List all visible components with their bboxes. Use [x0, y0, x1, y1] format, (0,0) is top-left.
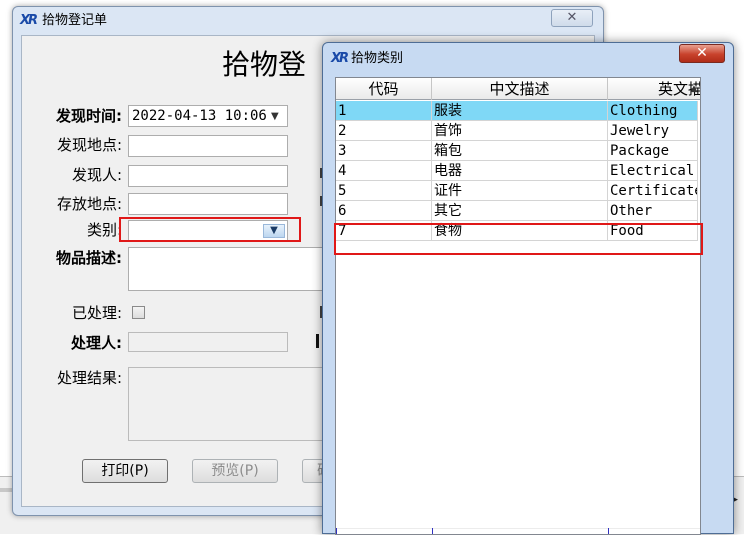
found-time-value: 2022-04-13 10:06: [132, 108, 267, 124]
cell-en: Electrical: [608, 161, 698, 181]
window-title: 拾物登记单: [42, 13, 108, 28]
close-icon: ✕: [566, 10, 578, 25]
found-time-picker[interactable]: 2022-04-13 10:06 ▼: [128, 105, 288, 127]
handler-label: 处理人:: [71, 334, 122, 352]
processed-checkbox[interactable]: [132, 306, 145, 319]
table-row[interactable]: 5 证件 Certificate: [336, 181, 698, 201]
grid-footer-line: [336, 528, 700, 529]
table-row[interactable]: 4 电器 Electrical: [336, 161, 698, 181]
cell-en: Other: [608, 201, 698, 221]
close-icon: ✕: [696, 45, 708, 61]
cell-en: Jewelry: [608, 121, 698, 141]
close-button[interactable]: ✕: [551, 9, 593, 27]
storage-place-label: 存放地点:: [56, 195, 122, 213]
cell-zh: 其它: [432, 201, 608, 221]
table-row[interactable]: 3 箱包 Package: [336, 141, 698, 161]
print-button[interactable]: 打印(P): [82, 459, 168, 483]
item-category-window: XR 拾物类别 ✕ 代码 中文描述 英文描 ▲ 1 服装 Clothing 2 …: [322, 42, 734, 535]
processed-label: 已处理:: [71, 304, 122, 322]
cell-code: 4: [336, 161, 432, 181]
grid-header: 代码 中文描述 英文描 ▲: [336, 78, 700, 100]
form-heading: 拾物登: [222, 48, 307, 81]
highlight-food-row-box: [334, 223, 703, 255]
category-grid: 代码 中文描述 英文描 ▲ 1 服装 Clothing 2 首饰 Jewelry…: [335, 77, 701, 535]
column-header-code[interactable]: 代码: [336, 78, 432, 100]
table-row[interactable]: 6 其它 Other: [336, 201, 698, 221]
cell-zh: 首饰: [432, 121, 608, 141]
table-row[interactable]: 1 服装 Clothing: [336, 101, 698, 121]
chevron-down-icon[interactable]: ▼: [271, 112, 283, 122]
cell-code: 5: [336, 181, 432, 201]
cell-code: 2: [336, 121, 432, 141]
result-label: 处理结果:: [56, 369, 122, 387]
found-place-input[interactable]: [128, 135, 288, 157]
app-logo-icon: XR: [331, 51, 349, 66]
category-label: 类别:: [86, 221, 122, 239]
cell-code: 6: [336, 201, 432, 221]
handler-input[interactable]: [128, 332, 288, 352]
finder-input[interactable]: [128, 165, 288, 187]
cell-code: 3: [336, 141, 432, 161]
cell-zh: 服装: [432, 101, 608, 121]
cell-code: 1: [336, 101, 432, 121]
result-textarea[interactable]: [128, 367, 328, 441]
cell-en: Clothing: [608, 101, 698, 121]
description-textarea[interactable]: [128, 247, 328, 291]
cell-en: Certificate: [610, 181, 698, 201]
scroll-up-icon[interactable]: ▲: [688, 83, 700, 95]
cell-zh: 证件: [432, 181, 608, 201]
preview-button[interactable]: 预览(P): [192, 459, 278, 483]
close-button[interactable]: ✕: [679, 44, 725, 63]
popup-title: 拾物类别: [351, 51, 404, 66]
cell-en: Package: [608, 141, 698, 161]
title-bar[interactable]: XR 拾物登记单 ✕: [13, 7, 603, 35]
column-header-zh[interactable]: 中文描述: [432, 78, 608, 100]
storage-place-input[interactable]: [128, 193, 288, 215]
description-label: 物品描述:: [56, 249, 122, 267]
finder-label: 发现人:: [71, 166, 122, 184]
found-time-label: 发现时间:: [56, 107, 122, 125]
table-row[interactable]: 2 首饰 Jewelry: [336, 121, 698, 141]
app-logo-icon: XR: [20, 13, 38, 28]
found-place-label: 发现地点:: [56, 136, 122, 154]
highlight-category-box: [119, 217, 301, 242]
cell-zh: 电器: [432, 161, 608, 181]
cell-zh: 箱包: [432, 141, 608, 161]
